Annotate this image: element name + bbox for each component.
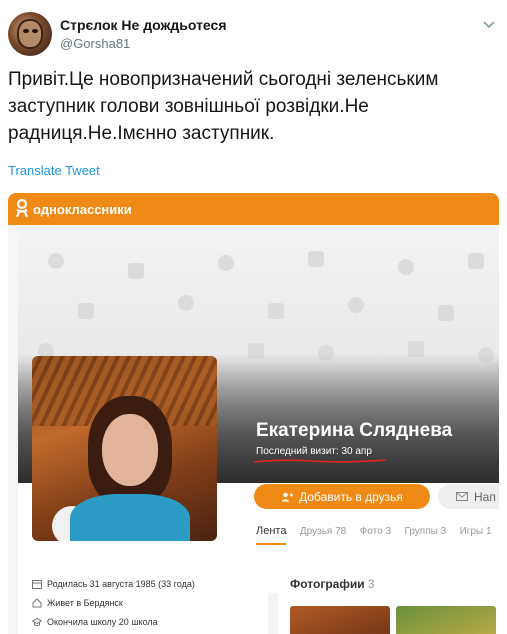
tab-photos[interactable]: Фото 3: [360, 526, 391, 543]
info-city: Живет в Бердянск: [32, 598, 123, 608]
tweet-header: Стрєлок Не дождьотеся @Gorsha81: [8, 8, 499, 58]
chevron-down-icon[interactable]: [481, 16, 497, 32]
school-icon: [32, 617, 42, 627]
photos-card: Фотографии 3: [278, 565, 499, 634]
info-school: Окончила школу 20 школа: [32, 617, 158, 627]
tweet-text: Привіт.Це новопризначений сьогодні зелен…: [8, 69, 439, 144]
tab-groups[interactable]: Группы 3: [404, 526, 446, 543]
avatar[interactable]: [8, 12, 52, 56]
brand-name: одноклассники: [33, 202, 132, 217]
tab-friends[interactable]: Друзья 78: [300, 526, 346, 543]
profile-photo[interactable]: [32, 356, 217, 541]
tab-feed[interactable]: Лента: [256, 525, 287, 545]
photos-title[interactable]: Фотографии 3: [290, 577, 375, 591]
embedded-screenshot[interactable]: одноклассники Екатерина Сляднева Последн…: [8, 193, 499, 634]
ok-header-bar: одноклассники: [8, 193, 499, 225]
display-name[interactable]: Стрєлок Не дождьотеся: [60, 17, 226, 33]
avatar-face: [17, 19, 43, 49]
calendar-icon: [32, 580, 42, 589]
avatar-eye: [32, 29, 38, 33]
add-friend-label: Добавить в друзья: [299, 489, 403, 504]
home-icon: [32, 598, 42, 608]
message-button[interactable]: Нап: [438, 484, 499, 509]
add-friend-button[interactable]: Добавить в друзья: [254, 484, 430, 509]
profile-name: Екатерина Сляднева: [256, 420, 453, 441]
tab-games[interactable]: Игры 1: [460, 526, 492, 543]
photo-thumbnail[interactable]: [396, 606, 496, 634]
message-label: Нап: [474, 489, 496, 504]
info-birthday: Родилась 31 августа 1985 (33 года): [32, 579, 195, 589]
profile-tabs: Лента Друзья 78 Фото 3 Группы 3 Игры 1: [256, 521, 499, 547]
profile-info-card: Родилась 31 августа 1985 (33 года) Живет…: [18, 565, 268, 634]
user-handle[interactable]: @Gorsha81: [60, 36, 130, 51]
translate-tweet-link[interactable]: Translate Tweet: [8, 163, 100, 178]
add-user-icon: [281, 492, 294, 501]
photos-count: 3: [367, 577, 375, 591]
photo-thumbnail[interactable]: [290, 606, 390, 634]
red-annotation-underline: [253, 459, 387, 463]
avatar-eye: [23, 29, 29, 33]
envelope-icon: [456, 492, 468, 501]
profile-card: Екатерина Сляднева Последний визит: 30 а…: [18, 233, 499, 593]
odnoklassniki-logo-icon: [15, 198, 29, 218]
